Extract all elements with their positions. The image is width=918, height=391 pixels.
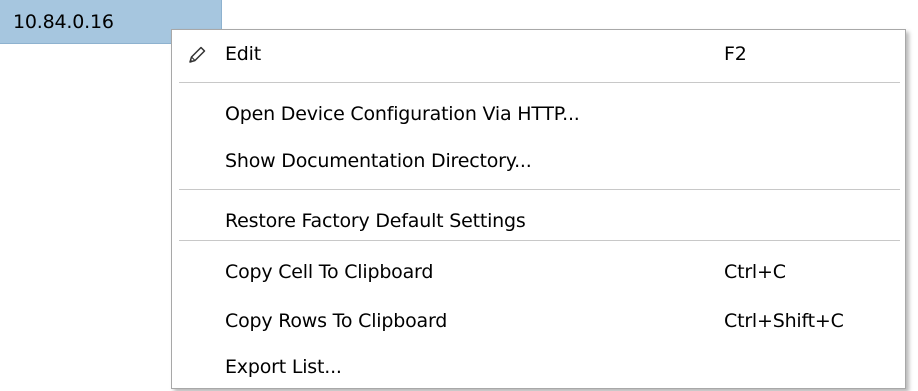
menu-item-restore-factory-defaults-label: Restore Factory Default Settings bbox=[225, 210, 526, 232]
menu-item-edit-shortcut: F2 bbox=[724, 43, 747, 65]
menu-separator bbox=[179, 240, 900, 241]
menu-item-restore-factory-defaults[interactable]: Restore Factory Default Settings bbox=[172, 200, 905, 244]
menu-item-export-list-label: Export List... bbox=[225, 356, 342, 378]
menu-item-copy-cell-label: Copy Cell To Clipboard bbox=[225, 261, 434, 283]
menu-item-show-documentation-directory-label: Show Documentation Directory... bbox=[225, 150, 532, 172]
menu-item-copy-cell[interactable]: Copy Cell To Clipboard Ctrl+C bbox=[172, 251, 905, 295]
menu-item-edit-label: Edit bbox=[225, 43, 261, 65]
menu-separator bbox=[179, 189, 900, 190]
page: 10.84.0.16 Edit F2 Open Device Configura… bbox=[0, 0, 918, 391]
menu-item-copy-rows[interactable]: Copy Rows To Clipboard Ctrl+Shift+C bbox=[172, 300, 905, 344]
context-menu: Edit F2 Open Device Configuration Via HT… bbox=[171, 29, 906, 389]
menu-separator bbox=[179, 82, 900, 83]
menu-item-copy-cell-shortcut: Ctrl+C bbox=[724, 261, 786, 283]
menu-item-show-documentation-directory[interactable]: Show Documentation Directory... bbox=[172, 140, 905, 184]
menu-item-open-device-configuration[interactable]: Open Device Configuration Via HTTP... bbox=[172, 93, 905, 137]
pencil-icon bbox=[186, 44, 208, 66]
menu-item-export-list[interactable]: Export List... bbox=[172, 346, 905, 390]
menu-item-copy-rows-shortcut: Ctrl+Shift+C bbox=[724, 310, 844, 332]
ip-address-text: 10.84.0.16 bbox=[13, 11, 114, 33]
menu-item-edit[interactable]: Edit F2 bbox=[172, 33, 905, 77]
menu-item-copy-rows-label: Copy Rows To Clipboard bbox=[225, 310, 448, 332]
menu-item-open-device-configuration-label: Open Device Configuration Via HTTP... bbox=[225, 103, 580, 125]
